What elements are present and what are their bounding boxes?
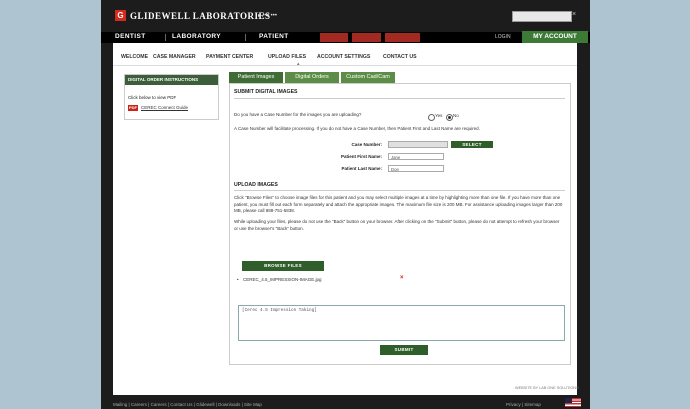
upload-instructions: Click "Browse Files" to choose image fil… xyxy=(234,195,563,213)
case-number-label: Case Number: xyxy=(351,142,382,147)
pdf-icon: PDF xyxy=(128,105,138,111)
last-name-label: Patient Last Name: xyxy=(341,166,382,171)
powered-by: WEBSITE BY LAB ONE SOLUTIONS xyxy=(515,386,579,390)
file-bullet: • xyxy=(237,277,239,282)
brand-name[interactable]: GLIDEWELL LABORATORIES xyxy=(130,11,270,21)
page-content: WELCOME CASE MANAGER PAYMENT CENTER UPLO… xyxy=(113,43,577,395)
promo-tab-2[interactable] xyxy=(352,33,381,42)
search-input[interactable] xyxy=(512,11,572,22)
cerec-guide-link[interactable]: CEREC Connect Guide xyxy=(141,105,188,110)
instructions-panel: DIGITAL ORDER INSTRUCTIONS Click below t… xyxy=(124,74,219,120)
nav-divider xyxy=(245,34,246,41)
radio-yes-label: Yes xyxy=(435,113,443,118)
tab-custom-cad-cam[interactable]: Custom Cad/Cam xyxy=(341,72,395,83)
my-account-tab[interactable]: MY ACCOUNT xyxy=(522,31,588,43)
divider xyxy=(234,98,565,99)
nav-item-patient[interactable]: PATIENT xyxy=(259,33,289,40)
top-bar: G GLIDEWELL LABORATORIES ▸ ••• ••• × xyxy=(101,0,590,32)
tab-digital-orders[interactable]: Digital Orders xyxy=(285,72,339,83)
subnav-case-manager[interactable]: CASE MANAGER xyxy=(153,54,196,60)
case-number-field[interactable] xyxy=(388,141,448,148)
radio-no[interactable] xyxy=(446,114,453,121)
account-subnav: WELCOME CASE MANAGER PAYMENT CENTER UPLO… xyxy=(113,43,577,67)
nav-item-laboratory[interactable]: LABORATORY xyxy=(172,33,221,40)
instructions-text: Click below to view PDF xyxy=(128,95,177,100)
logo-mark[interactable]: G xyxy=(115,10,126,21)
us-flag-icon[interactable] xyxy=(565,398,581,407)
login-link[interactable]: LOGIN xyxy=(495,34,511,40)
submit-button[interactable]: SUBMIT xyxy=(380,345,428,355)
select-button[interactable]: SELECT xyxy=(451,141,493,148)
subnav-welcome[interactable]: WELCOME xyxy=(121,54,148,60)
footer-right-links[interactable]: Privacy | Sitemap xyxy=(506,402,541,407)
tab-patient-images[interactable]: Patient Images xyxy=(229,72,283,83)
form-title: SUBMIT DIGITAL IMAGES xyxy=(234,89,298,95)
subnav-payment-center[interactable]: PAYMENT CENTER xyxy=(206,54,253,60)
nav-divider xyxy=(165,34,166,41)
footer-links[interactable]: Mailing | Careers | Careers | Contact Us… xyxy=(113,402,262,407)
subnav-upload-files[interactable]: UPLOAD FILES xyxy=(268,54,306,60)
brand-subtitle: ▸ ••• ••• xyxy=(258,13,277,19)
search-close-icon[interactable]: × xyxy=(572,11,576,18)
case-question: Do you have a Case Number for the images… xyxy=(234,112,362,117)
radio-yes[interactable] xyxy=(428,114,435,121)
instructions-title: DIGITAL ORDER INSTRUCTIONS xyxy=(125,75,218,85)
first-name-field[interactable]: Jane xyxy=(388,153,444,160)
promo-tab-1[interactable] xyxy=(320,33,348,42)
promo-tab-3[interactable] xyxy=(385,33,420,42)
notes-textarea[interactable]: [Cerec 4.5 Impression Taking] xyxy=(238,305,565,341)
radio-no-label: No xyxy=(453,113,459,118)
nav-item-dentist[interactable]: DENTIST xyxy=(115,33,146,40)
upload-warning: While uploading your files, please do no… xyxy=(234,219,560,231)
case-number-note: A Case Number will facilitate processing… xyxy=(234,126,480,131)
divider xyxy=(234,190,565,191)
active-indicator-icon: ▴ xyxy=(297,61,300,67)
last-name-field[interactable]: Doe xyxy=(388,165,444,172)
first-name-label: Patient First Name: xyxy=(340,154,382,159)
remove-file-icon[interactable]: × xyxy=(400,275,404,281)
subnav-contact-us[interactable]: CONTACT US xyxy=(383,54,417,60)
uploaded-file-name: CEREC_4.5_IMPRESSION-IMAGE.jpg xyxy=(243,277,322,282)
subnav-account-settings[interactable]: ACCOUNT SETTINGS xyxy=(317,54,370,60)
app-frame: G GLIDEWELL LABORATORIES ▸ ••• ••• × DEN… xyxy=(101,0,590,409)
browse-files-button[interactable]: BROWSE FILES xyxy=(242,261,324,271)
upload-title: UPLOAD IMAGES xyxy=(234,182,278,188)
